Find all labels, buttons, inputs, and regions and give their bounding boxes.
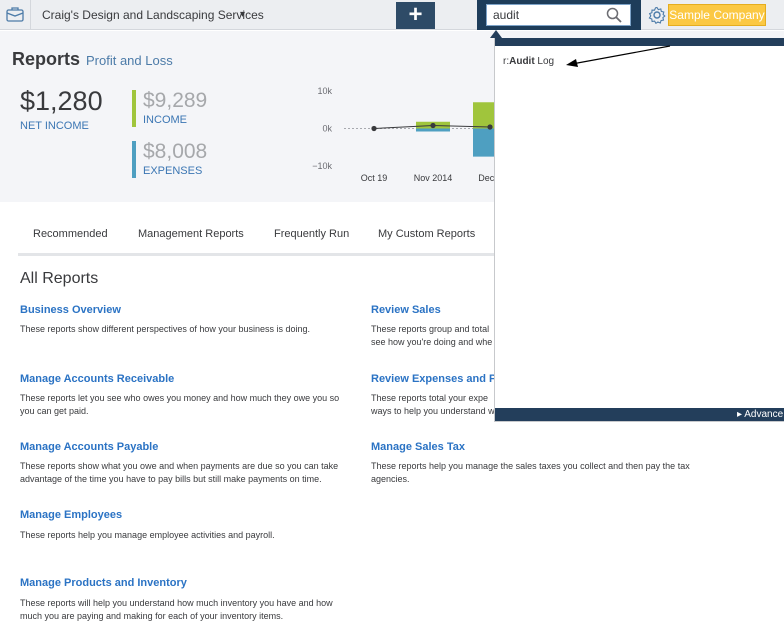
profit-loss-chart[interactable]: 10k0k−10kOct 19 Nov 2014 Dec 2 — [300, 80, 507, 190]
net-income-point — [430, 122, 436, 129]
category-description: These reports help you manage employee a… — [20, 530, 275, 540]
dropdown-header-bar — [495, 38, 784, 46]
category-description: These reports let you see who owes you m… — [20, 393, 340, 416]
expense-bar — [416, 128, 450, 132]
profit-and-loss-link[interactable]: Profit and Loss — [86, 53, 173, 68]
result-rest: Log — [534, 56, 555, 67]
y-tick-label: 10k — [317, 86, 332, 96]
all-reports-heading: All Reports — [20, 270, 99, 287]
net-income-point — [487, 124, 493, 130]
category-description: These reports total your expe ways to he… — [371, 393, 495, 416]
expenses-value: $8,008 — [143, 140, 208, 163]
tab-my-custom-reports[interactable]: My Custom Reports — [378, 228, 475, 240]
dropdown-caret — [490, 30, 502, 38]
category-manage-employees[interactable]: Manage Employees — [20, 509, 122, 521]
gear-icon[interactable] — [648, 6, 666, 24]
tab-management-reports[interactable]: Management Reports — [138, 228, 244, 240]
y-tick-label: −10k — [312, 161, 332, 171]
category-review-sales[interactable]: Review Sales — [371, 304, 441, 316]
category-description: These reports show different perspective… — [20, 324, 310, 334]
create-button[interactable]: + — [396, 2, 435, 29]
chevron-down-icon[interactable]: ▾ — [240, 9, 245, 20]
search-results-dropdown: r:Audit Log ▸ Advance — [494, 38, 784, 422]
net-income-label: NET INCOME — [20, 120, 89, 132]
top-bar: Craig's Design and Landscaping Services … — [0, 0, 784, 30]
tab-recommended[interactable]: Recommended — [33, 228, 108, 240]
category-description: These reports will help you understand h… — [20, 598, 333, 621]
income-value: $9,289 — [143, 89, 208, 112]
suitcase-icon[interactable] — [6, 6, 24, 22]
category-manage-sales-tax[interactable]: Manage Sales Tax — [371, 441, 465, 453]
category-business-overview[interactable]: Business Overview — [20, 304, 121, 316]
category-description: These reports show what you owe and when… — [20, 461, 339, 484]
category-description: These reports help you manage the sales … — [371, 461, 690, 484]
category-manage-products-inventory[interactable]: Manage Products and Inventory — [20, 577, 187, 589]
company-name[interactable]: Craig's Design and Landscaping Services — [42, 8, 264, 22]
page-title: Reports — [12, 49, 81, 69]
advanced-search-link[interactable]: ▸ Advance — [737, 408, 783, 421]
sample-company-button[interactable]: Sample Company — [668, 4, 766, 26]
net-income-point — [371, 125, 377, 132]
expense-color-bar — [132, 141, 136, 178]
category-manage-accounts-receivable[interactable]: Manage Accounts Receivable — [20, 373, 174, 385]
category-description: These reports group and total see how yo… — [371, 324, 493, 347]
category-review-expenses[interactable]: Review Expenses and Pu — [371, 373, 495, 385]
income-color-bar — [132, 90, 136, 127]
y-tick-label: 0k — [322, 124, 332, 134]
search-result-audit-log[interactable]: r:Audit Log — [503, 56, 554, 67]
income-label: INCOME — [143, 114, 187, 126]
x-tick-label: Oct 19 — [361, 173, 388, 183]
result-match: Audit — [509, 56, 535, 67]
divider — [30, 0, 31, 30]
net-income-value: $1,280 — [20, 86, 103, 116]
category-manage-accounts-payable[interactable]: Manage Accounts Payable — [20, 441, 158, 453]
x-tick-label: Nov 2014 — [414, 173, 453, 183]
report-tabs: Recommended Management Reports Frequentl… — [18, 226, 496, 256]
search-icon[interactable] — [606, 7, 622, 23]
tab-frequently-run[interactable]: Frequently Run — [274, 228, 349, 240]
expenses-label: EXPENSES — [143, 165, 203, 177]
dropdown-footer: ▸ Advance — [495, 408, 784, 421]
